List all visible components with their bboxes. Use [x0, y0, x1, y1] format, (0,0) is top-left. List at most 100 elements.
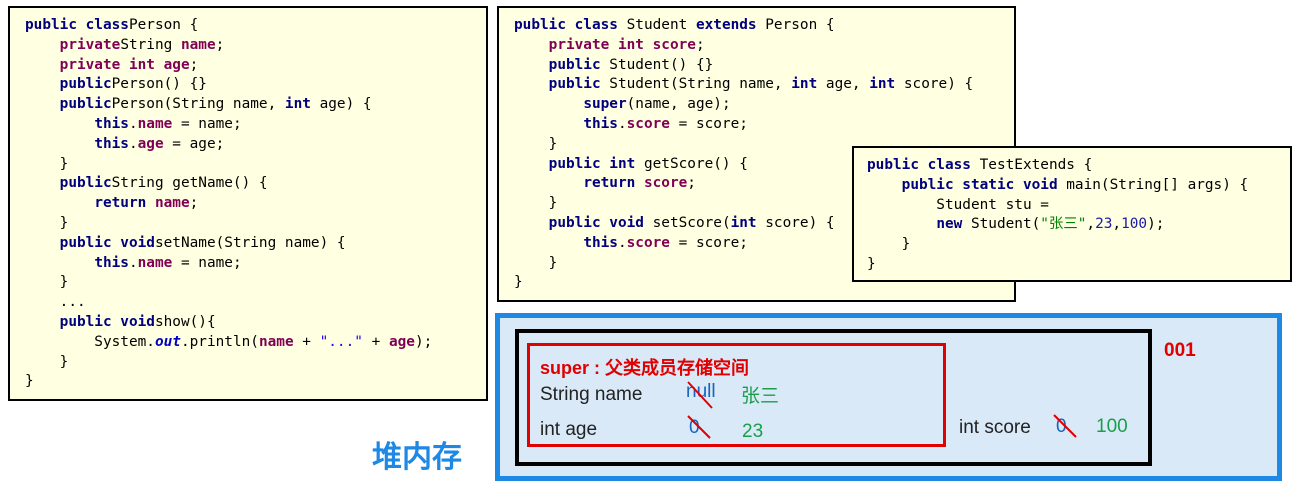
- code-line: publicPerson(String name, int age) {: [25, 95, 432, 115]
- code-line: }: [25, 155, 432, 175]
- code-token: +: [293, 333, 320, 350]
- code-token: .println(: [180, 333, 259, 350]
- code-token: show(){: [154, 313, 216, 330]
- code-token: public int: [548, 155, 636, 172]
- code-token: }: [514, 254, 558, 271]
- test-code-text: public class TestExtends { public static…: [867, 156, 1248, 275]
- code-token: = name;: [172, 254, 242, 271]
- code-token: public class: [514, 17, 618, 33]
- code-token: private int: [59, 56, 155, 73]
- code-token: }: [25, 353, 69, 370]
- code-token: this: [94, 115, 129, 132]
- code-token: Person(String name,: [111, 96, 285, 113]
- code-token: }: [867, 236, 911, 253]
- code-line: public classPerson {: [25, 16, 432, 36]
- code-token: .: [128, 115, 138, 132]
- person-class-code: public classPerson { privateString name;…: [8, 6, 488, 401]
- object-address: 001: [1164, 340, 1196, 361]
- code-token: );: [1147, 216, 1165, 233]
- code-token: ;: [189, 195, 199, 212]
- code-token: "张三": [1040, 216, 1087, 233]
- code-token: this: [583, 234, 618, 251]
- code-token: setName(String name) {: [154, 234, 346, 251]
- code-line: super(name, age);: [514, 95, 973, 115]
- code-token: age: [388, 333, 415, 350]
- code-token: public static void: [901, 176, 1058, 193]
- code-token: ;: [215, 36, 225, 53]
- code-token: .: [617, 234, 627, 251]
- code-token: score) {: [756, 214, 835, 231]
- code-token: score: [626, 234, 670, 251]
- code-token: name: [146, 195, 190, 212]
- code-token: name: [137, 115, 173, 132]
- code-token: public: [548, 76, 601, 93]
- code-token: int: [284, 96, 311, 113]
- score-new-value: 100: [1096, 416, 1128, 437]
- code-token: public: [59, 96, 112, 113]
- code-token: .: [128, 135, 138, 152]
- code-token: name: [137, 254, 173, 271]
- code-token: age: [154, 56, 190, 73]
- code-token: setScore(: [643, 214, 731, 231]
- code-token: = age;: [163, 135, 225, 152]
- code-line: public Student() {}: [514, 56, 973, 76]
- code-token: );: [414, 333, 433, 350]
- code-token: Person {: [128, 17, 199, 33]
- code-token: name: [180, 36, 216, 53]
- code-token: age,: [817, 76, 870, 93]
- code-line: Student stu =: [867, 196, 1248, 216]
- score-field-label: int score: [959, 417, 1031, 438]
- code-token: System.: [25, 333, 155, 350]
- code-token: this: [94, 135, 129, 152]
- code-line: }: [25, 372, 432, 392]
- code-token: int: [730, 214, 757, 231]
- code-token: }: [514, 135, 558, 152]
- code-line: public class TestExtends {: [867, 156, 1248, 176]
- code-line: }: [25, 273, 432, 293]
- code-line: public class Student extends Person {: [514, 16, 973, 36]
- code-token: private: [59, 36, 121, 53]
- code-token: Student stu =: [867, 196, 1049, 213]
- code-line: privateString name;: [25, 36, 432, 56]
- super-title: super : 父类成员存储空间: [540, 358, 750, 378]
- code-token: }: [514, 195, 558, 212]
- code-line: }: [867, 255, 1248, 275]
- code-token: String getName() {: [111, 175, 268, 192]
- code-token: ,: [1112, 216, 1122, 233]
- person-code-text: public classPerson { privateString name;…: [25, 16, 432, 392]
- code-token: }: [25, 155, 69, 172]
- code-token: .: [617, 115, 627, 132]
- code-token: (name, age);: [626, 96, 731, 113]
- code-line: }: [867, 235, 1248, 255]
- code-token: score: [626, 115, 670, 132]
- code-token: int: [869, 76, 896, 93]
- code-token: }: [25, 214, 69, 231]
- code-token: String: [120, 36, 181, 53]
- code-line: return name;: [25, 194, 432, 214]
- code-token: public: [548, 56, 601, 73]
- code-token: }: [25, 373, 34, 390]
- code-token: = score;: [669, 115, 748, 132]
- code-token: public void: [548, 214, 644, 231]
- code-token: ;: [695, 36, 705, 53]
- test-extends-code: public class TestExtends { public static…: [852, 146, 1292, 282]
- code-token: }: [25, 274, 69, 291]
- code-token: getScore() {: [635, 155, 748, 172]
- code-token: name: [258, 333, 294, 350]
- code-line: this.age = age;: [25, 135, 432, 155]
- score-strike-icon: [1053, 414, 1077, 438]
- code-token: main(String[] args) {: [1057, 176, 1249, 193]
